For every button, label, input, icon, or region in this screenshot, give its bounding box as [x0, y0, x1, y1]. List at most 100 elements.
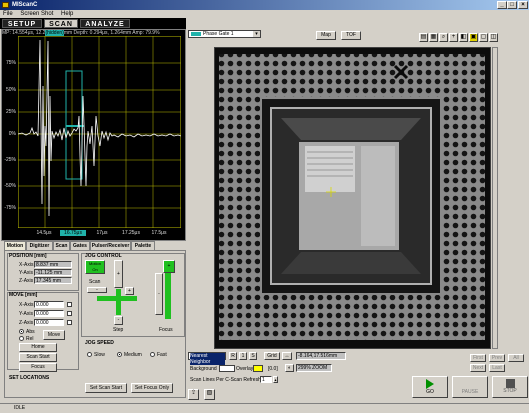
focus-slider[interactable]	[165, 273, 171, 319]
tab-scan[interactable]: Scan	[53, 241, 70, 250]
jog-down-button[interactable]: -	[114, 316, 123, 325]
rel-radio[interactable]	[19, 336, 24, 341]
scan-start-button[interactable]: Scan Start	[19, 353, 57, 362]
position-title: POSITION [mm]	[9, 253, 47, 259]
move-button[interactable]: Move	[43, 330, 65, 340]
viewer-scrollbar[interactable]	[492, 47, 498, 349]
tab-motion[interactable]: Motion	[4, 241, 26, 250]
tof-button[interactable]: TOF	[341, 31, 361, 40]
tab-digitizer[interactable]: Digitizer	[26, 241, 53, 250]
y-tick-label: 50%	[5, 87, 16, 93]
y-tick-label: -25%	[4, 157, 16, 163]
pause-button[interactable]: PAUSE	[452, 376, 488, 398]
x-tick-label: 17.5μs	[151, 230, 167, 236]
move-z-checkbox[interactable]	[67, 320, 72, 325]
background-color-swatch[interactable]	[219, 365, 235, 372]
crosshair-icon[interactable]: +	[449, 33, 458, 42]
minimize-button[interactable]: _	[497, 1, 507, 9]
fit-icon[interactable]: ▢	[479, 33, 488, 42]
tab-gates[interactable]: Gates	[70, 241, 90, 250]
speed-fast-radio[interactable]	[150, 352, 155, 357]
first-button[interactable]: First	[470, 354, 486, 362]
pos-z-label: Z-Axis	[19, 278, 34, 284]
s-button[interactable]: S	[249, 352, 257, 360]
stop-icon	[505, 379, 515, 388]
abs-radio[interactable]	[19, 329, 24, 334]
move-y-checkbox[interactable]	[67, 311, 72, 316]
r-button[interactable]: R	[229, 352, 237, 360]
setup-tab[interactable]: SETUP	[2, 19, 42, 28]
gate-select[interactable]: Phase Gate 1 ▾	[188, 30, 261, 38]
menu-file[interactable]: File	[0, 10, 16, 18]
tab-palette[interactable]: Palette	[131, 241, 155, 250]
overlay-toggle-icon[interactable]: ◐	[285, 364, 294, 372]
move-z-field[interactable]: 0.000	[34, 319, 64, 326]
grid-button[interactable]: Grid	[264, 352, 280, 360]
motion-on-button[interactable]: Motion On	[85, 260, 105, 274]
c-scan-image[interactable]	[214, 47, 491, 349]
focus-up-button[interactable]: +	[163, 260, 175, 273]
move-y-field[interactable]: 0.000	[34, 310, 64, 317]
set-focus-only-button[interactable]: Set Focus Only	[131, 383, 173, 393]
grid-icon[interactable]: ▦	[429, 33, 438, 42]
die-region-b	[361, 146, 395, 246]
scan-lines-field[interactable]: 1	[260, 376, 272, 383]
all-button[interactable]: All	[508, 354, 524, 362]
maximize-button[interactable]: □	[507, 1, 517, 9]
measure-icon[interactable]: ◧	[459, 33, 468, 42]
zoom-icon[interactable]: ⌕	[439, 33, 448, 42]
speed-slow-radio[interactable]	[87, 352, 92, 357]
y-tick-label: 25%	[5, 109, 16, 115]
zoom-readout: 299% ZOOM	[296, 364, 332, 372]
speed-medium-radio[interactable]	[117, 352, 122, 357]
focus-button[interactable]: Focus	[19, 363, 57, 372]
jog-minus-button[interactable]: -	[87, 287, 107, 293]
pos-y-value: -11.125 mm	[34, 269, 72, 276]
jog-scan-label: Scan	[89, 279, 101, 285]
export-icon[interactable]: ⇪	[188, 389, 199, 400]
highlight-icon[interactable]: ▣	[469, 33, 478, 42]
print-icon[interactable]: ▤	[419, 33, 428, 42]
y-tick-label: 0%	[8, 131, 16, 137]
die-bevel-top	[281, 118, 421, 140]
image-icon[interactable]: ▧	[204, 389, 215, 400]
die-region-a	[305, 146, 355, 192]
spin-icon[interactable]: ▴	[273, 376, 278, 383]
tab-pulser-receiver[interactable]: Pulser/Receiver	[90, 241, 131, 250]
motion-panel: POSITION [mm] X-Axis 8.837 mm Y-Axis -11…	[4, 250, 186, 398]
chevron-down-icon: ▾	[253, 31, 260, 37]
set-locations-title: SET LOCATIONS	[9, 375, 50, 381]
move-x-checkbox[interactable]	[67, 302, 72, 307]
map-button[interactable]: Map	[316, 31, 336, 40]
arrow-both-icon[interactable]: ↔	[282, 352, 292, 360]
coord-readout: -8.164,17.516mm	[296, 352, 346, 360]
menu-screen-shot[interactable]: Screen Shot	[17, 10, 56, 18]
speed-fast-label: Fast	[157, 352, 167, 358]
background-label: Background	[190, 366, 217, 372]
jog-right-button[interactable]: +	[125, 287, 134, 295]
title-bar: MIScanC _ □ ×	[0, 0, 529, 10]
prev-button[interactable]: Prev	[489, 354, 505, 362]
menu-help[interactable]: Help	[58, 10, 76, 18]
home-button[interactable]: Home	[19, 343, 57, 352]
go-button[interactable]: GO	[412, 376, 448, 398]
overlay-color-swatch[interactable]	[253, 365, 263, 372]
move-title: MOVE [mm]	[9, 292, 38, 298]
interp-select[interactable]: Nearest Neighbor	[188, 352, 226, 365]
jog-y-slider[interactable]	[116, 289, 121, 315]
move-x-field[interactable]: 0.000	[34, 301, 64, 308]
next-button[interactable]: Next	[470, 364, 486, 372]
region-icon[interactable]: ◫	[489, 33, 498, 42]
close-button[interactable]: ×	[518, 1, 528, 9]
jog-up-button[interactable]: +	[114, 260, 123, 288]
jog-x-slider[interactable]	[97, 296, 137, 301]
scan-tab[interactable]: SCAN	[44, 19, 78, 28]
focus-minus-button[interactable]: -	[155, 273, 163, 315]
status-bar: IDLE	[0, 403, 529, 413]
speed-medium-label: Medium	[124, 352, 142, 358]
set-scan-start-button[interactable]: Set Scan Start	[85, 383, 127, 393]
analyze-tab[interactable]: ANALYZE	[80, 19, 130, 28]
stop-button[interactable]: STOP	[492, 376, 528, 398]
one-button[interactable]: 1	[239, 352, 247, 360]
last-button[interactable]: Last	[489, 364, 505, 372]
